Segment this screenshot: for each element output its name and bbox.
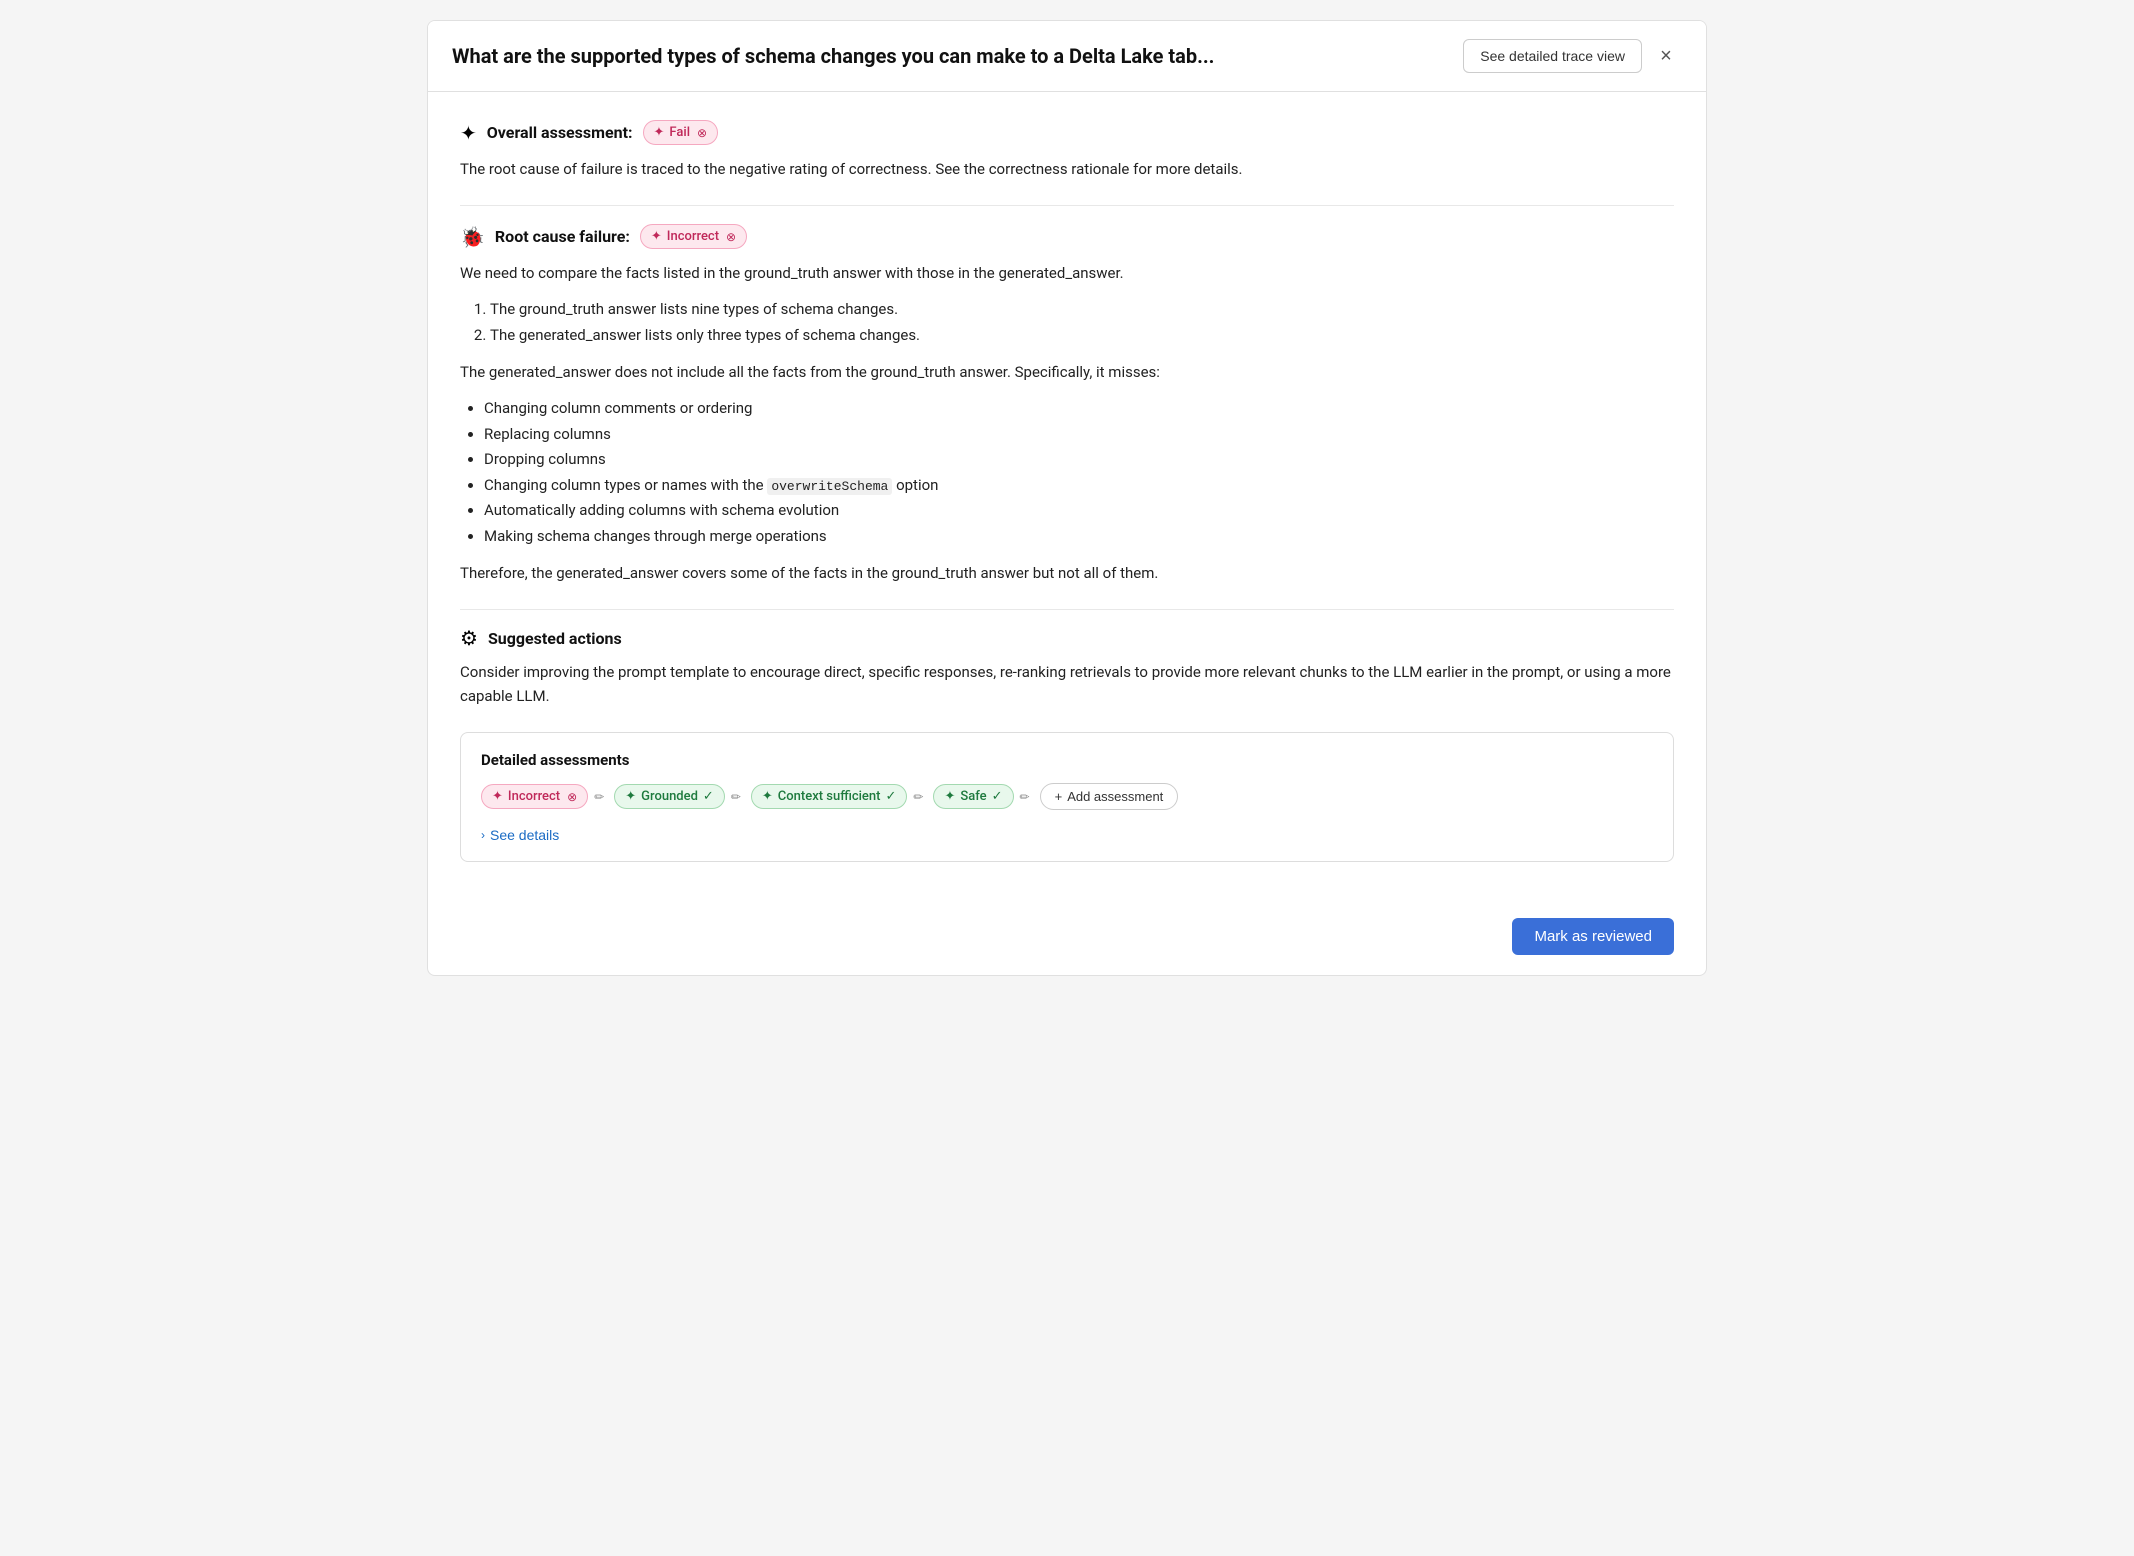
code-inline: overwriteSchema [767, 478, 892, 495]
suggested-actions-header: ⚙ Suggested actions [460, 628, 1674, 648]
root-cause-section: 🐞 Root cause failure: ✦ Incorrect ⊗ We n… [460, 224, 1674, 585]
overall-assessment-section: ✦ Overall assessment: ✦ Fail ⊗ The root … [460, 120, 1674, 181]
detailed-assessments-box: Detailed assessments ✦ Incorrect ⊗ ✏ ✦ G… [460, 732, 1674, 862]
root-cause-middle-text: The generated_answer does not include al… [460, 360, 1674, 384]
grounded-check-icon: ✓ [703, 789, 714, 804]
suggested-icon: ⚙ [460, 628, 478, 648]
divider-2 [460, 609, 1674, 610]
header: What are the supported types of schema c… [428, 21, 1706, 92]
grounded-assessment-badge: ✦ Grounded ✓ [614, 784, 725, 809]
list-item: Making schema changes through merge oper… [484, 524, 1674, 550]
incorrect-assessment-label: Incorrect [508, 789, 560, 804]
list-item: Automatically adding columns with schema… [484, 498, 1674, 524]
context-tag-group: ✦ Context sufficient ✓ ✏ [751, 784, 926, 809]
chevron-right-icon: › [481, 828, 485, 842]
fail-badge-icon: ✦ [654, 125, 665, 140]
suggested-actions-body: Consider improving the prompt template t… [460, 660, 1674, 708]
safe-tag-group: ✦ Safe ✓ ✏ [933, 784, 1031, 809]
list-item: Changing column types or names with the … [484, 473, 1674, 499]
mark-reviewed-button[interactable]: Mark as reviewed [1512, 918, 1674, 955]
list-item: Replacing columns [484, 422, 1674, 448]
incorrect-assessment-badge: ✦ Incorrect ⊗ [481, 784, 588, 809]
list-item: Changing column comments or ordering [484, 396, 1674, 422]
safe-check-icon: ✓ [992, 789, 1003, 804]
badge-sparkle-icon: ✦ [492, 789, 503, 804]
detailed-assessments-title: Detailed assessments [481, 751, 1653, 769]
trace-view-button[interactable]: See detailed trace view [1463, 39, 1642, 73]
bullet-list: Changing column comments or ordering Rep… [460, 396, 1674, 549]
incorrect-badge-close[interactable]: ⊗ [726, 230, 736, 244]
incorrect-edit-icon[interactable]: ✏ [592, 788, 606, 806]
suggested-actions-title: Suggested actions [488, 629, 622, 648]
footer: Mark as reviewed [428, 902, 1706, 975]
add-assessment-label: Add assessment [1067, 789, 1163, 804]
list-item: The ground_truth answer lists nine types… [490, 297, 1674, 323]
page-title: What are the supported types of schema c… [452, 44, 1443, 68]
context-assessment-label: Context sufficient [778, 789, 881, 804]
safe-badge-sparkle-icon: ✦ [944, 789, 955, 804]
root-cause-intro-text: We need to compare the facts listed in t… [460, 261, 1674, 285]
safe-edit-icon[interactable]: ✏ [1018, 788, 1032, 806]
grounded-edit-icon[interactable]: ✏ [729, 788, 743, 806]
overall-assessment-title: Overall assessment: [487, 123, 633, 142]
list-item: Dropping columns [484, 447, 1674, 473]
sparkle-icon: ✦ [460, 123, 477, 143]
assessment-tags: ✦ Incorrect ⊗ ✏ ✦ Grounded ✓ ✏ [481, 783, 1653, 810]
grounded-assessment-label: Grounded [641, 789, 698, 804]
overall-assessment-body: The root cause of failure is traced to t… [460, 157, 1674, 181]
incorrect-badge-label: Incorrect [667, 229, 719, 244]
context-edit-icon[interactable]: ✏ [911, 788, 925, 806]
root-cause-conclusion: Therefore, the generated_answer covers s… [460, 561, 1674, 585]
bullet-text-suffix: option [892, 476, 938, 494]
root-cause-intro: We need to compare the facts listed in t… [460, 261, 1674, 585]
content-area: ✦ Overall assessment: ✦ Fail ⊗ The root … [428, 92, 1706, 902]
divider-1 [460, 205, 1674, 206]
mark-reviewed-label: Mark as reviewed [1534, 928, 1652, 945]
add-icon: + [1055, 789, 1063, 804]
safe-assessment-label: Safe [960, 789, 986, 804]
grounded-badge-sparkle-icon: ✦ [625, 789, 636, 804]
suggested-actions-section: ⚙ Suggested actions Consider improving t… [460, 628, 1674, 708]
close-button[interactable]: × [1650, 40, 1682, 72]
fail-badge-close[interactable]: ⊗ [697, 126, 707, 140]
numbered-list: The ground_truth answer lists nine types… [460, 297, 1674, 348]
safe-assessment-badge: ✦ Safe ✓ [933, 784, 1013, 809]
see-details-label: See details [490, 827, 559, 843]
grounded-tag-group: ✦ Grounded ✓ ✏ [614, 784, 743, 809]
fail-badge-label: Fail [669, 125, 690, 140]
overall-assessment-header: ✦ Overall assessment: ✦ Fail ⊗ [460, 120, 1674, 145]
incorrect-badge: ✦ Incorrect ⊗ [640, 224, 747, 249]
close-icon: × [1660, 45, 1672, 68]
root-cause-title: Root cause failure: [495, 227, 630, 246]
root-cause-header: 🐞 Root cause failure: ✦ Incorrect ⊗ [460, 224, 1674, 249]
header-actions: See detailed trace view × [1463, 39, 1682, 73]
incorrect-tag-group: ✦ Incorrect ⊗ ✏ [481, 784, 606, 809]
context-assessment-badge: ✦ Context sufficient ✓ [751, 784, 907, 809]
see-details-button[interactable]: › See details [481, 827, 559, 843]
main-panel: What are the supported types of schema c… [427, 20, 1707, 976]
trace-view-label: See detailed trace view [1480, 48, 1625, 64]
incorrect-assessment-close[interactable]: ⊗ [567, 790, 577, 804]
context-check-icon: ✓ [885, 789, 896, 804]
add-assessment-button[interactable]: + Add assessment [1040, 783, 1179, 810]
context-badge-sparkle-icon: ✦ [762, 789, 773, 804]
bullet-text-prefix: Changing column types or names with the [484, 476, 767, 494]
incorrect-badge-icon: ✦ [651, 229, 662, 244]
list-item: The generated_answer lists only three ty… [490, 323, 1674, 349]
bug-icon: 🐞 [460, 227, 485, 247]
fail-badge: ✦ Fail ⊗ [643, 120, 719, 145]
